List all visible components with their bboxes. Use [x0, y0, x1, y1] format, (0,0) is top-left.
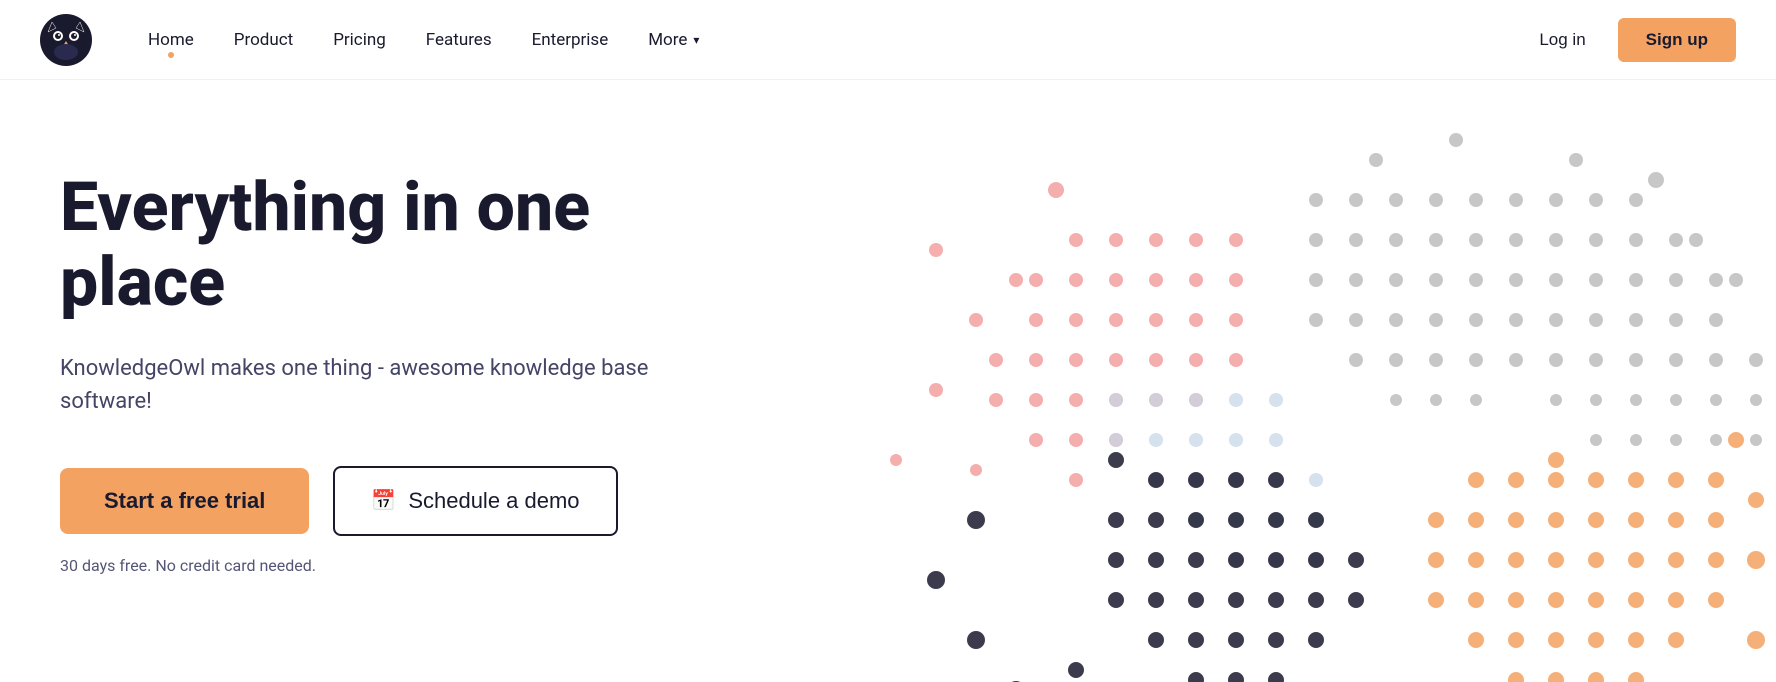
hero-subtitle: KnowledgeOwl makes one thing - awesome k…	[60, 352, 660, 418]
schedule-demo-label: Schedule a demo	[408, 488, 579, 514]
hero-content: Everything in one place KnowledgeOwl mak…	[60, 140, 760, 575]
nav-product-link[interactable]: Product	[218, 22, 309, 58]
nav-item-home[interactable]: Home	[132, 30, 210, 50]
trial-note: 30 days free. No credit card needed.	[60, 556, 760, 575]
hero-section: Everything in one place KnowledgeOwl mak…	[0, 80, 1776, 682]
navigation: Home Product Pricing Features Enterprise…	[0, 0, 1776, 80]
nav-actions: Log in Sign up	[1523, 18, 1736, 62]
gray-dots-group	[1309, 133, 1763, 446]
logo[interactable]	[40, 14, 92, 66]
lightblue-dots-group	[1109, 393, 1323, 567]
nav-links: Home Product Pricing Features Enterprise…	[132, 22, 1523, 58]
login-button[interactable]: Log in	[1523, 22, 1601, 58]
nav-features-link[interactable]: Features	[410, 22, 508, 58]
chevron-down-icon: ▾	[693, 33, 699, 47]
schedule-demo-button[interactable]: 📅 Schedule a demo	[333, 466, 617, 536]
nav-enterprise-link[interactable]: Enterprise	[516, 22, 625, 58]
navy-dots-group	[927, 452, 1364, 682]
orange-dots-group	[1428, 432, 1765, 682]
nav-pricing-link[interactable]: Pricing	[317, 22, 402, 58]
decorative-dots	[876, 80, 1776, 682]
hero-buttons: Start a free trial 📅 Schedule a demo	[60, 466, 760, 536]
logo-icon	[40, 14, 92, 66]
hero-title: Everything in one place	[60, 170, 760, 320]
nav-more-link[interactable]: More ▾	[632, 22, 715, 58]
signup-button[interactable]: Sign up	[1618, 18, 1736, 62]
active-indicator	[168, 52, 174, 58]
dots-svg	[876, 80, 1776, 682]
free-trial-button[interactable]: Start a free trial	[60, 468, 309, 534]
calendar-icon: 📅	[371, 488, 396, 513]
